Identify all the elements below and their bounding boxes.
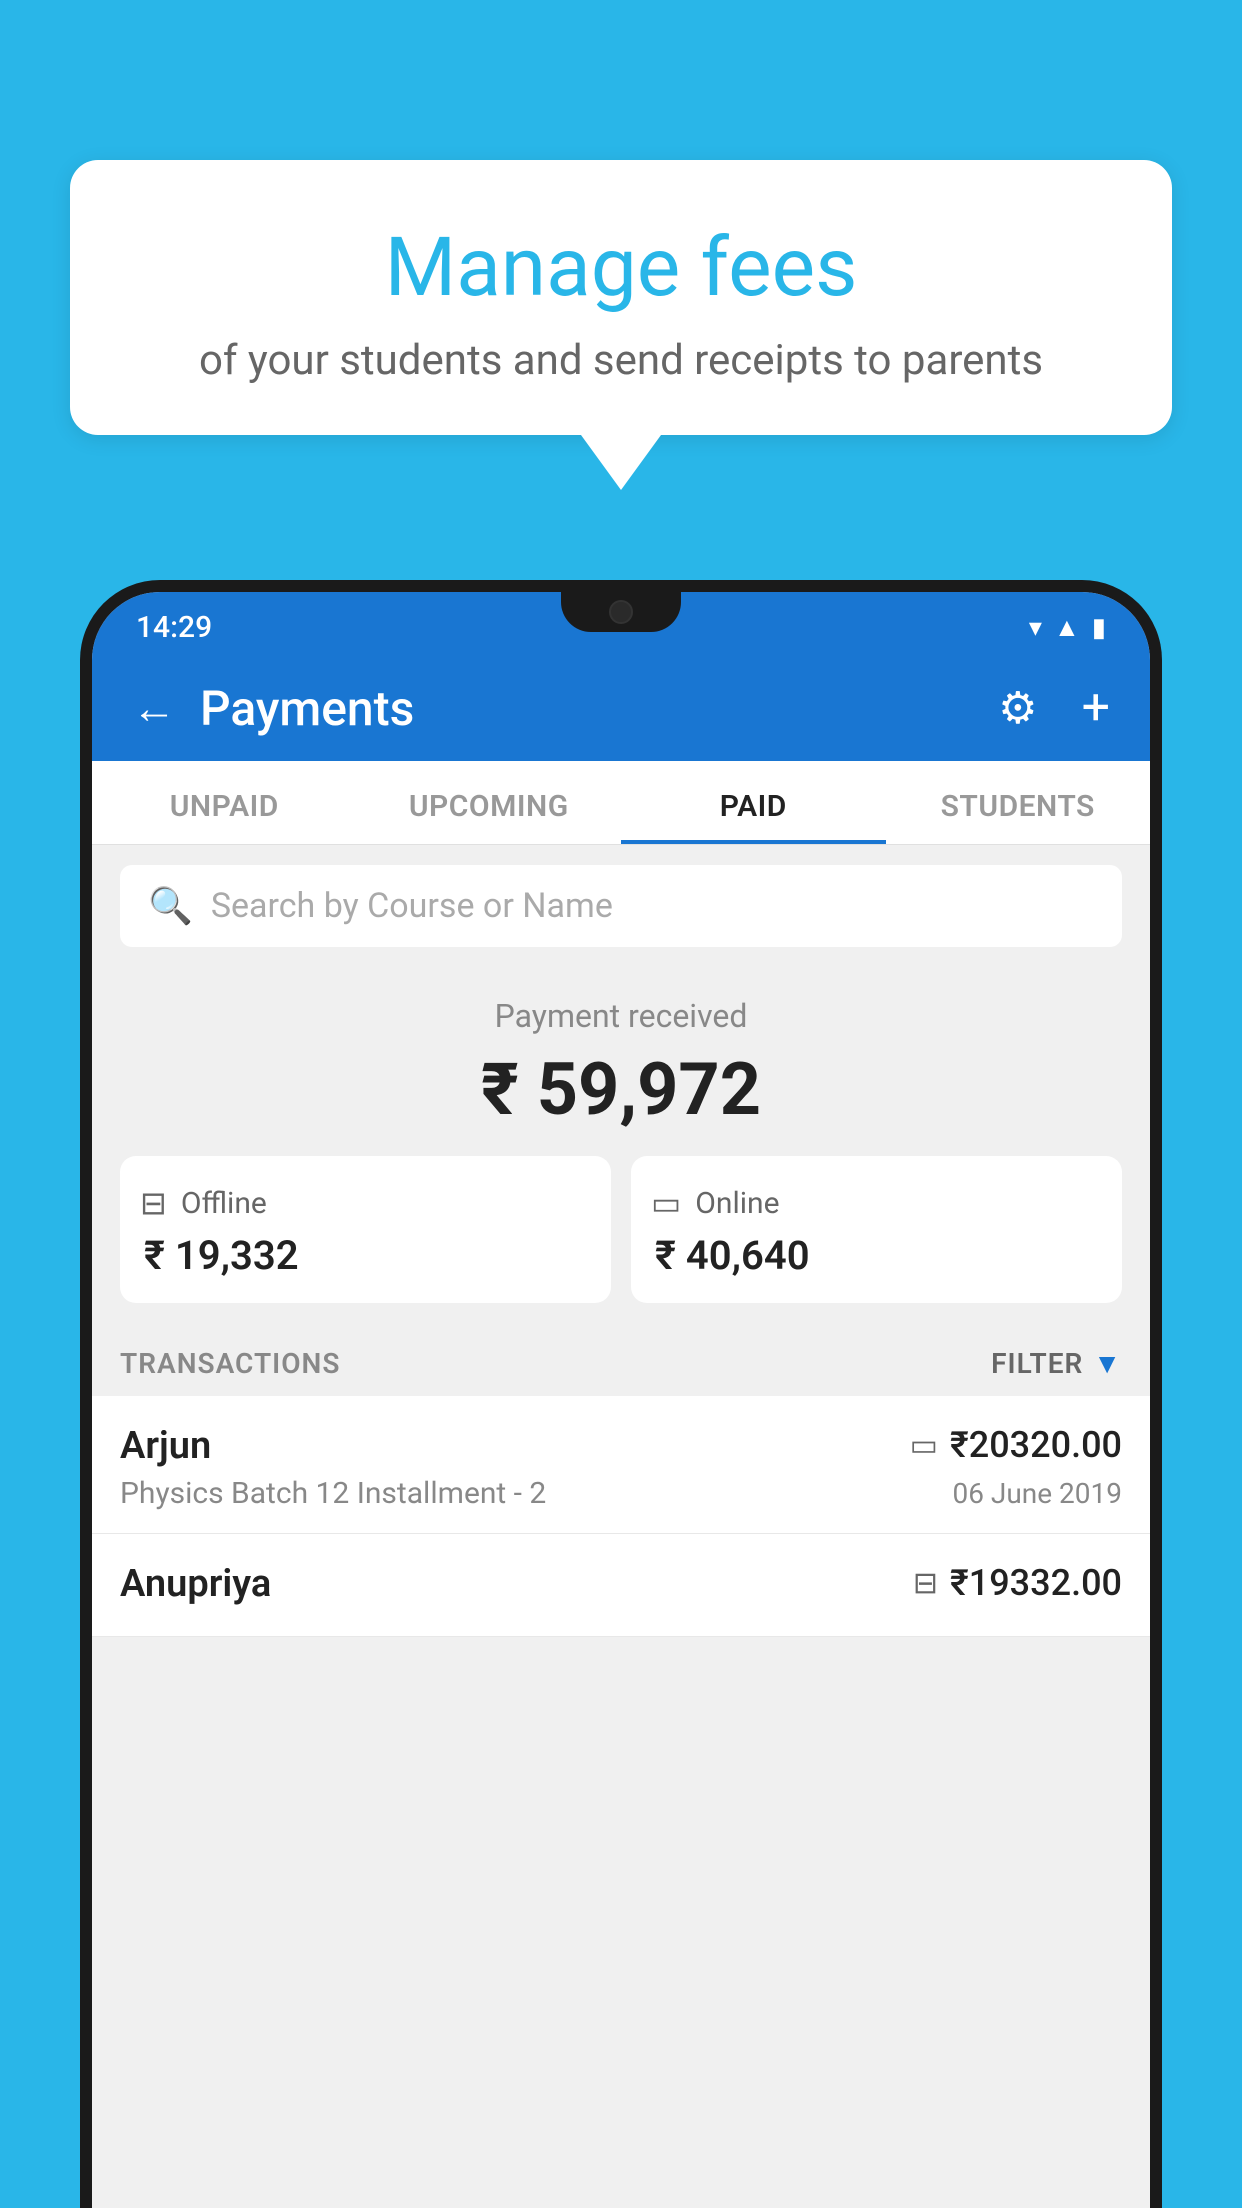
transaction-course: Physics Batch 12 Installment - 2 bbox=[120, 1476, 546, 1511]
credit-card-icon: ▭ bbox=[910, 1428, 938, 1463]
online-label: Online bbox=[695, 1186, 779, 1221]
status-icons: ▾ ▲ ▮ bbox=[1029, 612, 1106, 643]
offline-card: ⊟ Offline ₹ 19,332 bbox=[120, 1156, 611, 1303]
transaction-amount-wrap: ⊟ ₹19332.00 bbox=[913, 1562, 1122, 1604]
transaction-amount-wrap: ▭ ₹20320.00 bbox=[910, 1424, 1122, 1466]
tab-bar: UNPAID UPCOMING PAID STUDENTS bbox=[92, 761, 1150, 845]
transaction-row[interactable]: Anupriya ⊟ ₹19332.00 bbox=[92, 1534, 1150, 1637]
search-bar[interactable]: 🔍 Search by Course or Name bbox=[120, 865, 1122, 947]
tab-students[interactable]: STUDENTS bbox=[886, 761, 1151, 844]
speech-bubble-container: Manage fees of your students and send re… bbox=[70, 160, 1172, 490]
battery-icon: ▮ bbox=[1092, 613, 1106, 643]
speech-bubble: Manage fees of your students and send re… bbox=[70, 160, 1172, 435]
offline-icon: ⊟ bbox=[140, 1184, 167, 1222]
payment-summary: Payment received ₹ 59,972 ⊟ Offline ₹ 19… bbox=[92, 967, 1150, 1323]
speech-bubble-subtitle: of your students and send receipts to pa… bbox=[130, 336, 1112, 385]
speech-bubble-arrow bbox=[581, 435, 661, 490]
payment-cards: ⊟ Offline ₹ 19,332 ▭ Online ₹ 40,640 bbox=[120, 1156, 1122, 1303]
transaction-name: Anupriya bbox=[120, 1562, 271, 1606]
wifi-icon: ▾ bbox=[1029, 613, 1042, 643]
add-button[interactable]: + bbox=[1082, 679, 1110, 737]
rupee-icon: ⊟ bbox=[913, 1566, 938, 1601]
transaction-amount: ₹20320.00 bbox=[950, 1424, 1122, 1466]
phone-screen: 14:29 ▾ ▲ ▮ ← Payments ⚙ + UNPAID UPCOMI… bbox=[92, 592, 1150, 2208]
online-icon: ▭ bbox=[651, 1184, 681, 1222]
notch-camera bbox=[609, 600, 633, 624]
transactions-header: TRANSACTIONS FILTER ▼ bbox=[92, 1323, 1150, 1396]
page-title: Payments bbox=[200, 680, 974, 737]
status-time: 14:29 bbox=[136, 610, 212, 645]
content-area: 🔍 Search by Course or Name Payment recei… bbox=[92, 845, 1150, 2208]
transaction-top: Anupriya ⊟ ₹19332.00 bbox=[120, 1562, 1122, 1606]
filter-icon: ▼ bbox=[1093, 1347, 1122, 1380]
speech-bubble-title: Manage fees bbox=[130, 220, 1112, 316]
payment-received-label: Payment received bbox=[120, 997, 1122, 1035]
transaction-row[interactable]: Arjun ▭ ₹20320.00 Physics Batch 12 Insta… bbox=[92, 1396, 1150, 1534]
online-card-header: ▭ Online bbox=[651, 1184, 780, 1222]
filter-label: FILTER bbox=[991, 1347, 1083, 1380]
signal-icon: ▲ bbox=[1054, 612, 1080, 643]
phone-notch bbox=[561, 592, 681, 632]
filter-button[interactable]: FILTER ▼ bbox=[991, 1347, 1122, 1380]
transaction-date: 06 June 2019 bbox=[952, 1477, 1122, 1510]
tab-upcoming[interactable]: UPCOMING bbox=[357, 761, 622, 844]
offline-label: Offline bbox=[181, 1186, 267, 1221]
tab-unpaid[interactable]: UNPAID bbox=[92, 761, 357, 844]
transactions-label: TRANSACTIONS bbox=[120, 1347, 340, 1380]
online-card: ▭ Online ₹ 40,640 bbox=[631, 1156, 1122, 1303]
online-amount: ₹ 40,640 bbox=[651, 1232, 810, 1279]
phone-shell: 14:29 ▾ ▲ ▮ ← Payments ⚙ + UNPAID UPCOMI… bbox=[80, 580, 1162, 2208]
transaction-top: Arjun ▭ ₹20320.00 bbox=[120, 1424, 1122, 1468]
offline-amount: ₹ 19,332 bbox=[140, 1232, 299, 1279]
app-header: ← Payments ⚙ + bbox=[92, 659, 1150, 761]
transaction-name: Arjun bbox=[120, 1424, 211, 1468]
transaction-amount: ₹19332.00 bbox=[950, 1562, 1122, 1604]
offline-card-header: ⊟ Offline bbox=[140, 1184, 267, 1222]
transaction-bottom: Physics Batch 12 Installment - 2 06 June… bbox=[120, 1476, 1122, 1511]
back-button[interactable]: ← bbox=[132, 682, 176, 734]
tab-paid[interactable]: PAID bbox=[621, 761, 886, 844]
settings-button[interactable]: ⚙ bbox=[998, 682, 1037, 734]
search-icon: 🔍 bbox=[148, 885, 193, 927]
search-placeholder: Search by Course or Name bbox=[211, 886, 613, 926]
payment-total: ₹ 59,972 bbox=[120, 1047, 1122, 1132]
